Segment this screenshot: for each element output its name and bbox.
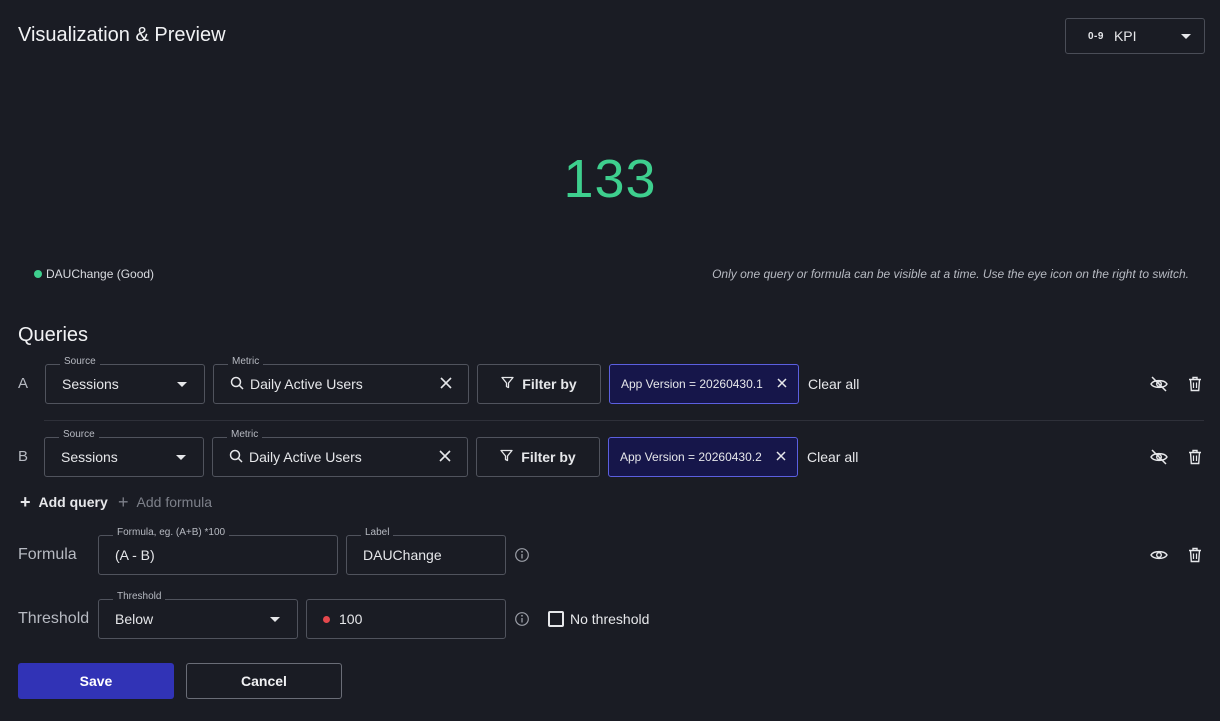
visibility-hint: Only one query or formula can be visible… (712, 267, 1189, 281)
metric-label: Metric (228, 356, 264, 367)
info-icon[interactable] (514, 611, 530, 627)
filter-by-button[interactable]: Filter by (476, 437, 600, 477)
page-title: Visualization & Preview (18, 24, 226, 46)
formula-value: (A - B) (115, 547, 155, 563)
no-threshold-label: No threshold (570, 611, 650, 627)
filter-icon (500, 449, 513, 465)
legend-label: DAUChange (Good) (46, 267, 155, 281)
visualization-type-value: KPI (1113, 28, 1137, 44)
legend: DAUChange (Good) (34, 267, 154, 281)
query-letter: B (18, 448, 29, 465)
label-value: DAUChange (363, 547, 442, 563)
add-query-label: Add query (38, 494, 108, 510)
eye-icon[interactable] (1149, 545, 1169, 565)
filter-by-label: Filter by (521, 449, 576, 465)
label-field-label: Label (361, 527, 394, 538)
metric-value: Daily Active Users (250, 376, 363, 392)
search-icon (230, 376, 244, 393)
kpi-value: 133 (563, 149, 657, 209)
metric-input[interactable]: Metric Daily Active Users (213, 356, 469, 404)
filter-by-button[interactable]: Filter by (477, 364, 601, 404)
source-value: Sessions (62, 376, 119, 392)
save-button[interactable]: Save (18, 663, 174, 699)
close-icon[interactable] (439, 449, 451, 465)
visualization-type-select[interactable]: 0-9 KPI (1065, 18, 1205, 54)
threshold-row-label: Threshold (18, 610, 90, 627)
filter-chip[interactable]: App Version = 20260430.1 (609, 364, 799, 404)
queries-title: Queries (18, 324, 89, 346)
filter-by-label: Filter by (522, 376, 577, 392)
filter-icon (501, 376, 514, 392)
trash-icon[interactable] (1185, 447, 1205, 467)
threshold-field-label: Threshold (113, 591, 166, 602)
source-label: Source (59, 429, 99, 440)
formula-row-label: Formula (18, 546, 77, 563)
chevron-down-icon (1180, 28, 1192, 44)
label-input[interactable]: Label DAUChange (346, 527, 506, 575)
legend-dot-icon (34, 270, 42, 278)
add-formula-button[interactable]: + Add formula (118, 493, 212, 511)
threshold-value-input[interactable]: 100 (306, 599, 506, 639)
threshold-select-value: Below (115, 611, 154, 627)
source-value: Sessions (61, 449, 118, 465)
add-query-button[interactable]: + Add query (20, 493, 108, 511)
source-select[interactable]: Source Sessions (44, 429, 204, 477)
threshold-value: 100 (339, 611, 363, 627)
number-format-icon: 0-9 (1088, 30, 1104, 42)
threshold-select[interactable]: Threshold Below (98, 591, 298, 639)
plus-icon: + (20, 492, 31, 512)
close-icon[interactable] (440, 376, 452, 392)
source-label: Source (60, 356, 100, 367)
threshold-color-dot-icon (323, 615, 330, 623)
search-icon (229, 449, 243, 466)
formula-field-label: Formula, eg. (A+B) *100 (113, 527, 230, 538)
query-divider (44, 420, 1204, 421)
trash-icon[interactable] (1185, 545, 1205, 565)
source-select[interactable]: Source Sessions (45, 356, 205, 404)
metric-input[interactable]: Metric Daily Active Users (212, 429, 468, 477)
eye-off-icon[interactable] (1149, 447, 1169, 467)
clear-all-link[interactable]: Clear all (807, 449, 858, 465)
filter-chip-label: App Version = 20260430.1 (621, 377, 763, 391)
query-letter: A (18, 375, 29, 392)
formula-input[interactable]: Formula, eg. (A+B) *100 (A - B) (98, 527, 338, 575)
chevron-down-icon (175, 449, 187, 465)
eye-off-icon[interactable] (1149, 374, 1169, 394)
cancel-button[interactable]: Cancel (186, 663, 342, 699)
close-icon[interactable] (777, 377, 787, 391)
add-formula-label: Add formula (136, 494, 212, 510)
chevron-down-icon (269, 611, 281, 627)
plus-icon: + (118, 492, 129, 512)
info-icon[interactable] (514, 547, 530, 563)
no-threshold-checkbox[interactable] (548, 611, 564, 627)
close-icon[interactable] (776, 450, 786, 464)
metric-value: Daily Active Users (249, 449, 362, 465)
chevron-down-icon (176, 376, 188, 392)
metric-label: Metric (227, 429, 263, 440)
filter-chip[interactable]: App Version = 20260430.2 (608, 437, 798, 477)
filter-chip-label: App Version = 20260430.2 (620, 450, 762, 464)
trash-icon[interactable] (1185, 374, 1205, 394)
clear-all-link[interactable]: Clear all (808, 376, 859, 392)
